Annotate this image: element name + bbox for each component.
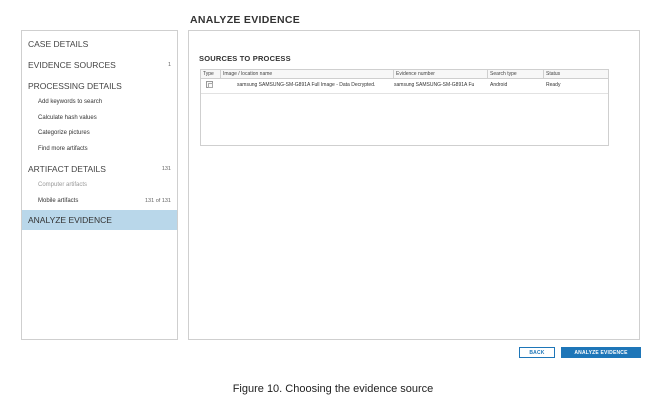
sidebar-item-count: 1 (167, 62, 171, 68)
sidebar-item-count: 131 of 131 (145, 198, 171, 204)
sidebar-item-case-details[interactable]: CASE DETAILS (22, 39, 177, 49)
sidebar-item-label: CASE DETAILS (28, 39, 89, 49)
sidebar-item-analyze-evidence[interactable]: ANALYZE EVIDENCE (22, 210, 177, 230)
column-header-status[interactable]: Status (544, 70, 560, 78)
sidebar-item-artifact-details[interactable]: ARTIFACT DETAILS 131 (22, 164, 177, 174)
sidebar-item-count: 131 (161, 166, 171, 172)
sidebar-item-label: Find more artifacts (38, 146, 88, 152)
analyze-evidence-button[interactable]: ANALYZE EVIDENCE (561, 347, 641, 358)
sidebar-item-add-keywords[interactable]: Add keywords to search (22, 99, 177, 105)
sidebar-item-label: ARTIFACT DETAILS (28, 164, 106, 174)
sidebar-item-label: Calculate hash values (38, 115, 97, 121)
main-panel: SOURCES TO PROCESS Type Image / location… (188, 30, 640, 340)
column-header-type[interactable]: Type (201, 70, 214, 78)
page-title: ANALYZE EVIDENCE (190, 14, 301, 26)
table-header: Type Image / location name Evidence numb… (201, 70, 608, 79)
sidebar-item-find-more-artifacts[interactable]: Find more artifacts (22, 146, 177, 152)
column-header-evidence-number[interactable]: Evidence number (394, 70, 435, 78)
sidebar-item-label: EVIDENCE SOURCES (28, 60, 116, 70)
sidebar-item-calculate-hash[interactable]: Calculate hash values (22, 115, 177, 121)
sidebar-item-evidence-sources[interactable]: EVIDENCE SOURCES 1 (22, 60, 177, 70)
sidebar: CASE DETAILS EVIDENCE SOURCES 1 PROCESSI… (21, 30, 178, 340)
sidebar-item-label: Mobile artifacts (38, 198, 79, 204)
section-title: SOURCES TO PROCESS (199, 54, 291, 63)
sidebar-item-categorize-pictures[interactable]: Categorize pictures (22, 130, 177, 136)
column-header-search-type[interactable]: Search type (488, 70, 517, 78)
sidebar-item-label: Categorize pictures (38, 130, 90, 136)
column-header-image-name[interactable]: Image / location name (221, 70, 272, 78)
evidence-type-icon (206, 81, 213, 88)
sidebar-item-label: Add keywords to search (38, 99, 103, 105)
sidebar-item-label: ANALYZE EVIDENCE (28, 215, 112, 225)
back-button[interactable]: BACK (519, 347, 555, 358)
sources-table: Type Image / location name Evidence numb… (200, 69, 609, 146)
table-row[interactable]: samsung SAMSUNG-SM-G891A Full Image - Da… (201, 79, 608, 94)
cell-evidence-number: samsung SAMSUNG-SM-G891A Fu (394, 82, 475, 88)
cell-status: Ready (546, 82, 561, 88)
cell-search-type: Android (490, 82, 508, 88)
cell-image-name: samsung SAMSUNG-SM-G891A Full Image - Da… (237, 82, 376, 88)
sidebar-item-mobile-artifacts[interactable]: Mobile artifacts 131 of 131 (22, 198, 177, 204)
figure-caption: Figure 10. Choosing the evidence source (232, 383, 434, 395)
sidebar-item-processing-details[interactable]: PROCESSING DETAILS (22, 81, 177, 91)
sidebar-item-label: Computer artifacts (38, 182, 88, 188)
sidebar-item-computer-artifacts[interactable]: Computer artifacts (22, 182, 177, 188)
sidebar-item-label: PROCESSING DETAILS (28, 81, 122, 91)
